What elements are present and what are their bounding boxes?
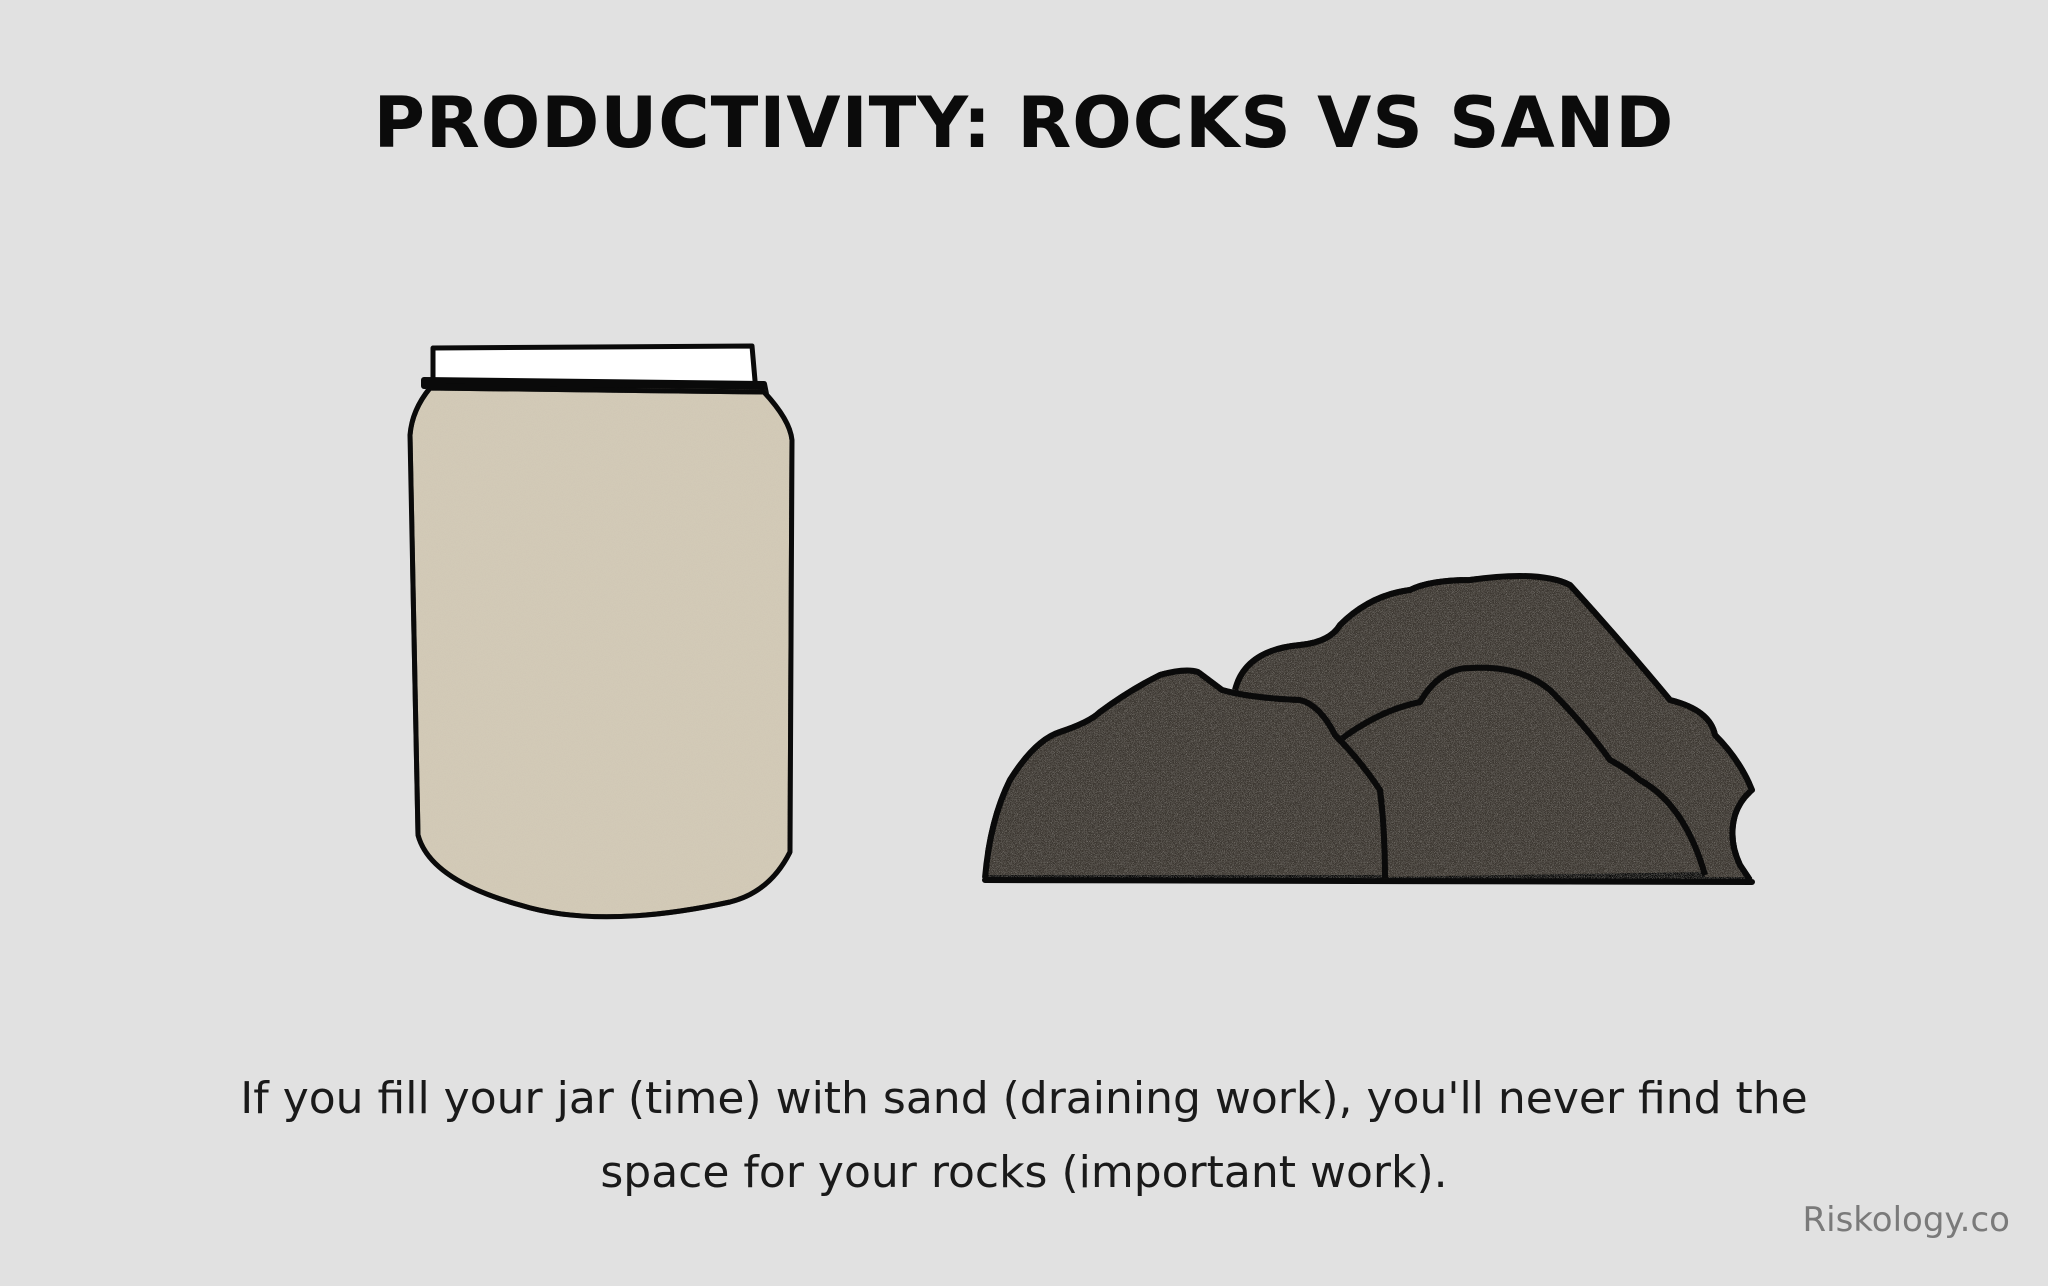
caption-line-1: If you fill your jar (time) with sand (d… [240,1073,1808,1124]
credit-text: Riskology.co [1802,1200,2010,1240]
jar-of-sand-icon [407,343,795,920]
caption-line-2: space for your rocks (important work). [600,1147,1448,1198]
caption: If you fill your jar (time) with sand (d… [0,1062,2048,1210]
rock-pile-icon [982,573,1755,885]
